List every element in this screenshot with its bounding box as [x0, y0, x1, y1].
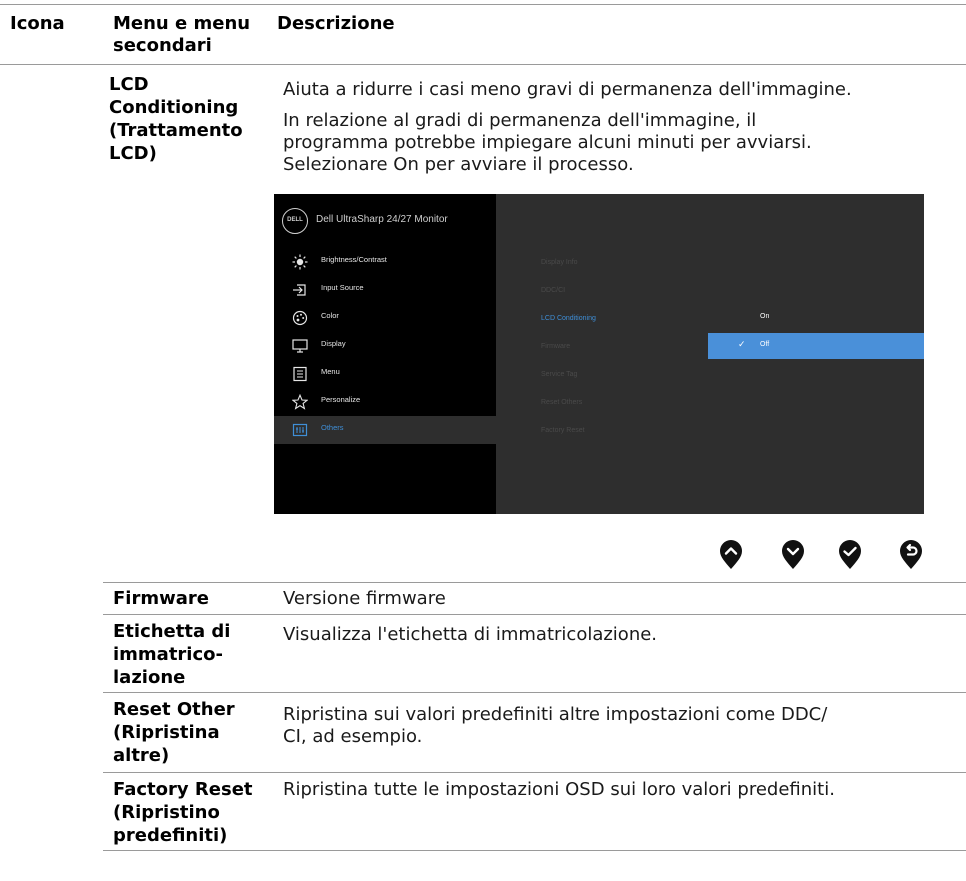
- header-menu-column-line2: secondari: [113, 35, 212, 56]
- osd-menu-color[interactable]: Color: [274, 304, 496, 332]
- back-icon[interactable]: [899, 540, 923, 570]
- display-icon: [292, 339, 308, 353]
- check-icon: ✓: [738, 339, 746, 349]
- reset-other-label-line: Reset Other: [113, 699, 235, 720]
- osd-option-off[interactable]: ✓ Off: [708, 333, 924, 359]
- lcd-label-line: (Trattamento: [109, 120, 243, 141]
- lcd-label-line: LCD: [109, 74, 149, 95]
- lcd-desc-line: Selezionare On per avviare il processo.: [283, 154, 634, 175]
- osd-option-label: Off: [760, 341, 770, 348]
- osd-menu-label: Brightness/Contrast: [321, 255, 387, 264]
- others-icon: [292, 423, 308, 437]
- reset-other-label-line: altre): [113, 745, 170, 766]
- row-rule: [103, 582, 966, 583]
- osd-menu-label: Menu: [321, 367, 340, 376]
- osd-menu-label: Display: [321, 339, 346, 348]
- reset-other-description: Ripristina sui valori predefiniti altre …: [283, 704, 827, 748]
- lcd-label-line: LCD): [109, 143, 157, 164]
- factory-reset-label-line: Factory Reset: [113, 779, 253, 800]
- osd-menu-brightness[interactable]: Brightness/Contrast: [274, 248, 496, 276]
- firmware-description: Versione firmware: [283, 588, 446, 609]
- firmware-label: Firmware: [113, 588, 209, 609]
- bottom-rule: [103, 850, 966, 851]
- reset-other-label: Reset Other (Ripristina altre): [113, 698, 235, 767]
- row-rule: [103, 692, 966, 693]
- osd-menu-menu[interactable]: Menu: [274, 360, 496, 388]
- osd-submenu-item[interactable]: Service Tag: [541, 371, 577, 378]
- reset-other-desc-line: CI, ad esempio.: [283, 726, 423, 747]
- osd-menu-label: Personalize: [321, 395, 361, 404]
- header-rule: [0, 64, 966, 65]
- top-rule: [0, 4, 966, 5]
- osd-title: Dell UltraSharp 24/27 Monitor: [316, 214, 448, 225]
- service-tag-label-line: immatrico-: [113, 644, 223, 665]
- osd-menu-personalize[interactable]: Personalize: [274, 388, 496, 416]
- osd-submenu-item-active[interactable]: LCD Conditioning: [541, 315, 596, 322]
- row-rule: [103, 614, 966, 615]
- brightness-icon: [292, 254, 308, 270]
- osd-menu-input-source[interactable]: Input Source: [274, 276, 496, 304]
- header-description-column: Descrizione: [277, 13, 395, 34]
- lcd-description-2: In relazione al gradi di permanenza dell…: [283, 110, 812, 176]
- check-icon[interactable]: [838, 540, 862, 570]
- row-rule: [103, 772, 966, 773]
- osd-option-label: On: [760, 313, 770, 320]
- osd-submenu-item[interactable]: Firmware: [541, 343, 570, 350]
- reset-other-desc-line: Ripristina sui valori predefiniti altre …: [283, 704, 828, 725]
- up-arrow-icon[interactable]: [719, 540, 743, 570]
- lcd-conditioning-label: LCD Conditioning (Trattamento LCD): [109, 73, 243, 165]
- lcd-desc-line: In relazione al gradi di permanenza dell…: [283, 110, 757, 131]
- osd-menu-label: Color: [321, 311, 339, 320]
- reset-other-label-line: (Ripristina: [113, 722, 220, 743]
- service-tag-label-line: lazione: [113, 667, 186, 688]
- lcd-label-line: Conditioning: [109, 97, 239, 118]
- menu-icon: [293, 366, 307, 382]
- input-source-icon: [293, 284, 306, 296]
- osd-menu-label: Input Source: [321, 283, 364, 292]
- header-menu-column-line1: Menu e menu: [113, 13, 251, 34]
- service-tag-label: Etichetta di immatrico- lazione: [113, 620, 230, 689]
- down-arrow-icon[interactable]: [781, 540, 805, 570]
- osd-submenu-item[interactable]: Display Info: [541, 259, 578, 266]
- factory-reset-description: Ripristina tutte le impostazioni OSD sui…: [283, 779, 835, 800]
- osd-submenu-item[interactable]: Reset Others: [541, 399, 582, 406]
- osd-submenu-item[interactable]: Factory Reset: [541, 427, 585, 434]
- lcd-description-1: Aiuta a ridurre i casi meno gravi di per…: [283, 79, 852, 100]
- lcd-desc-line: programma potrebbe impiegare alcuni minu…: [283, 132, 812, 153]
- osd-menu-others[interactable]: Others: [274, 416, 496, 444]
- osd-menu-display[interactable]: Display: [274, 332, 496, 360]
- osd-option-on[interactable]: On: [708, 305, 924, 331]
- color-palette-icon: [292, 310, 308, 326]
- osd-screenshot: DELL Dell UltraSharp 24/27 Monitor Brigh…: [274, 194, 924, 514]
- factory-reset-label: Factory Reset (Ripristino predefiniti): [113, 778, 253, 847]
- service-tag-label-line: Etichetta di: [113, 621, 231, 642]
- star-icon: [292, 394, 308, 410]
- osd-submenu-item[interactable]: DDC/CI: [541, 287, 565, 294]
- factory-reset-label-line: predefiniti): [113, 825, 228, 846]
- osd-menu-label: Others: [321, 423, 344, 432]
- dell-logo: DELL: [282, 208, 308, 234]
- factory-reset-label-line: (Ripristino: [113, 802, 220, 823]
- service-tag-description: Visualizza l'etichetta di immatricolazio…: [283, 624, 658, 645]
- header-icon-column: Icona: [10, 13, 65, 34]
